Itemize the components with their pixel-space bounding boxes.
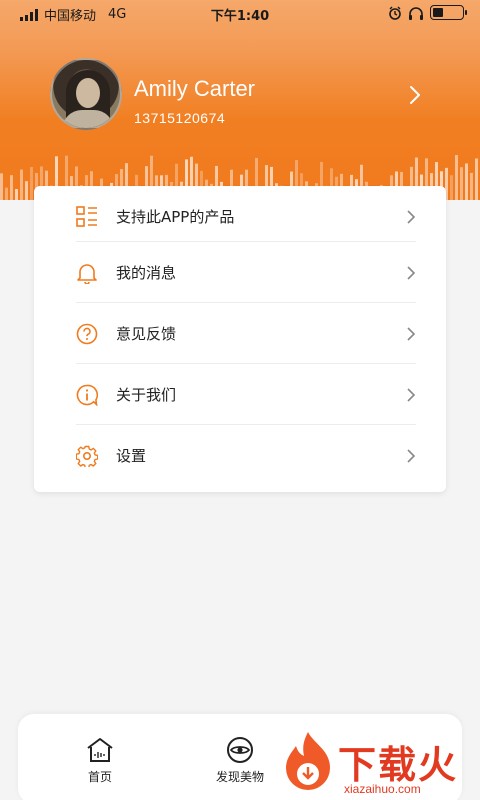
menu-item-about-us[interactable]: 关于我们 [34, 364, 446, 425]
menu-item-settings[interactable]: 设置 [34, 425, 446, 486]
user-phone: 13715120674 [134, 110, 226, 126]
chevron-right-icon [407, 265, 416, 280]
alarm-icon [389, 6, 401, 20]
eye-icon [227, 737, 253, 763]
status-bar: 中国移动 4G 下午1:40 [0, 0, 480, 26]
user-name[interactable]: Amily Carter [134, 76, 255, 102]
battery-level-fill [433, 8, 443, 17]
watermark-text: 下载火 [338, 743, 459, 787]
menu-item-label: 关于我们 [116, 386, 177, 404]
question-icon [76, 323, 98, 344]
watermark-subtext: xiazaihuo.com [344, 782, 421, 796]
tab-label: 首页 [87, 770, 112, 784]
chevron-right-icon [407, 326, 416, 341]
menu-card: 支持此APP的产品 我的消息 意见反馈 关于我们 设置 [34, 186, 446, 492]
menu-item-feedback[interactable]: 意见反馈 [34, 303, 446, 364]
tab-label: 发现美物 [215, 770, 264, 784]
flame-icon [286, 732, 330, 790]
grid-list-icon [76, 205, 97, 227]
chevron-right-icon[interactable] [406, 84, 424, 106]
chevron-right-icon [407, 448, 416, 463]
bell-icon [77, 263, 97, 284]
battery-icon [430, 5, 467, 20]
chevron-right-icon [407, 209, 416, 224]
menu-item-label: 意见反馈 [116, 325, 177, 343]
gear-icon [76, 445, 98, 467]
watermark-logo: 下载火 xiazaihuo.com [278, 730, 478, 800]
home-icon [87, 738, 113, 762]
info-icon [76, 384, 98, 406]
menu-item-label: 我的消息 [116, 264, 177, 282]
headphones-icon [409, 6, 423, 20]
menu-item-supported-products[interactable]: 支持此APP的产品 [34, 186, 446, 247]
chevron-right-icon [407, 387, 416, 402]
tab-home[interactable]: 首页 [60, 736, 140, 785]
menu-item-label: 支持此APP的产品 [116, 208, 235, 226]
menu-item-messages[interactable]: 我的消息 [34, 242, 446, 303]
avatar[interactable] [50, 58, 122, 130]
tab-discover[interactable]: 发现美物 [200, 736, 280, 785]
profile-header: 中国移动 4G 下午1:40 Amily Carter 13715120674 [0, 0, 480, 200]
menu-item-label: 设置 [116, 447, 147, 465]
